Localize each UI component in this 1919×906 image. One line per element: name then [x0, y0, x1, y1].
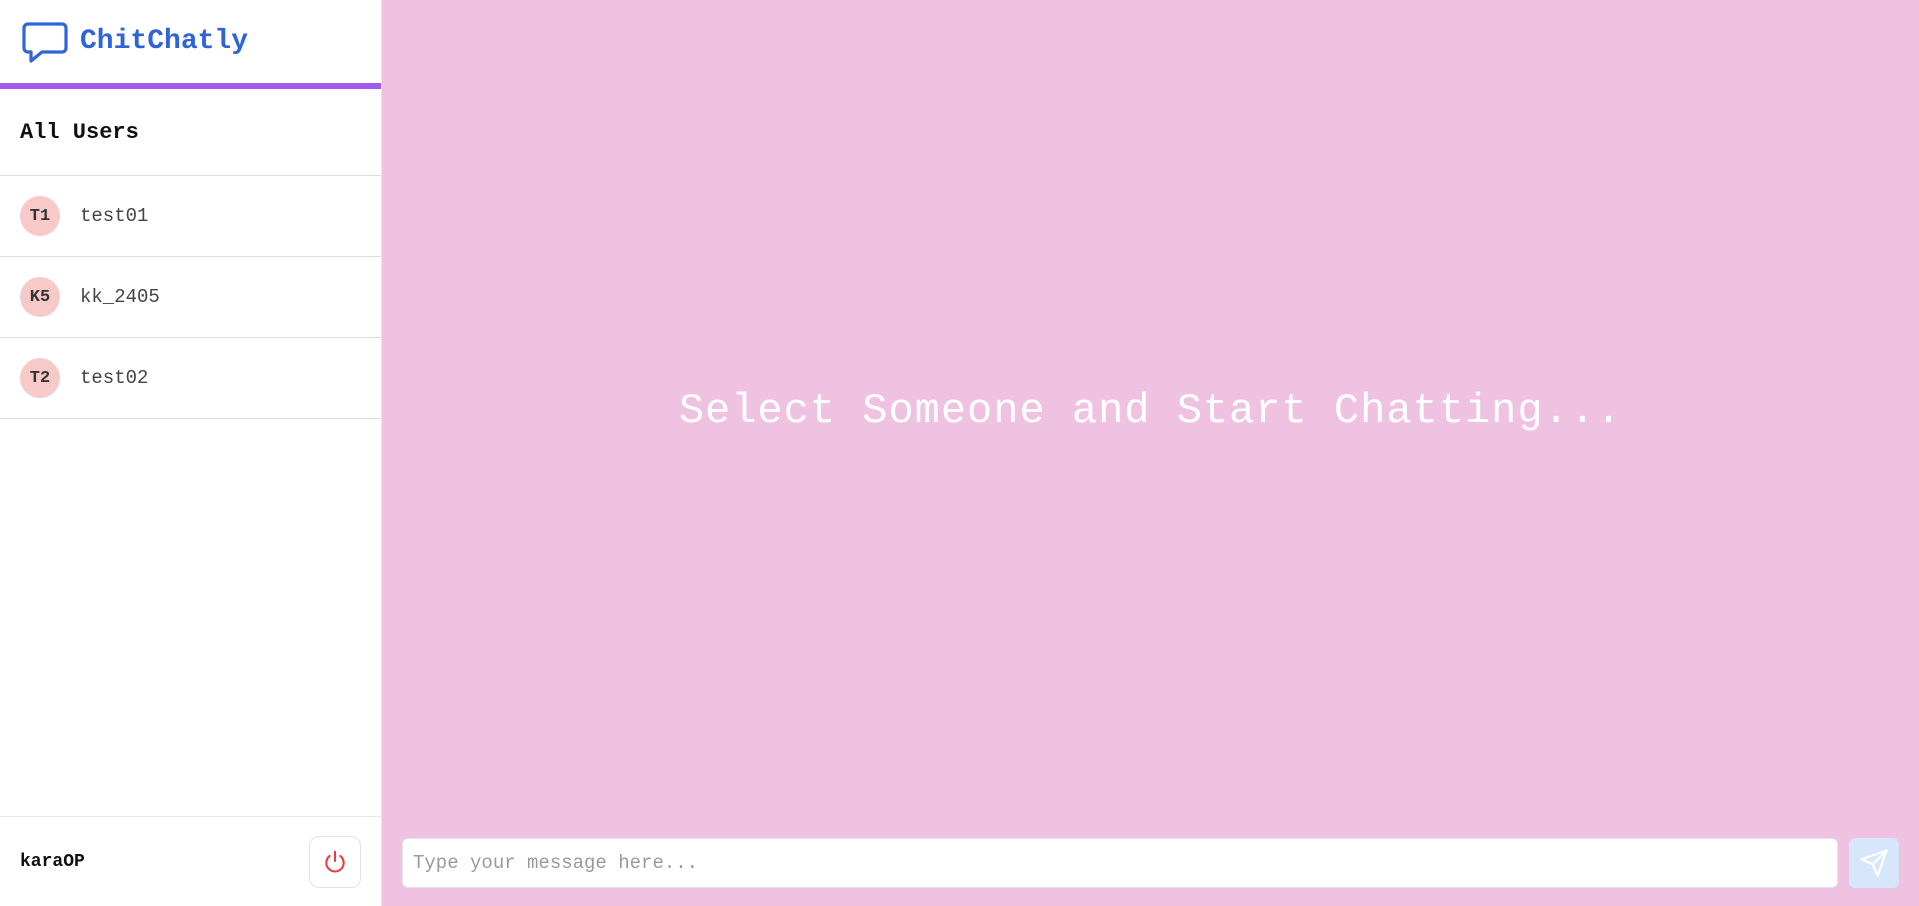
- current-user-bar: karaOP: [0, 816, 381, 906]
- brand-header: ChitChatly: [0, 0, 381, 89]
- avatar: T1: [20, 196, 60, 236]
- all-users-heading: All Users: [0, 89, 381, 176]
- send-icon: [1859, 848, 1889, 878]
- send-button[interactable]: [1849, 838, 1899, 888]
- chat-area: Select Someone and Start Chatting...: [382, 0, 1919, 906]
- power-icon: [322, 849, 348, 875]
- user-name: test01: [80, 205, 149, 227]
- user-list-item[interactable]: T1 test01: [0, 176, 381, 257]
- brand-name: ChitChatly: [80, 26, 249, 57]
- avatar: K5: [20, 277, 60, 317]
- empty-state: Select Someone and Start Chatting...: [382, 0, 1919, 906]
- user-name: test02: [80, 367, 149, 389]
- message-input[interactable]: [402, 838, 1838, 888]
- sidebar: ChitChatly All Users T1 test01 K5 kk_240…: [0, 0, 382, 906]
- message-composer: [402, 838, 1899, 888]
- user-list-item[interactable]: T2 test02: [0, 338, 381, 419]
- chat-bubble-icon: [22, 20, 68, 64]
- user-list-item[interactable]: K5 kk_2405: [0, 257, 381, 338]
- empty-state-message: Select Someone and Start Chatting...: [678, 387, 1623, 435]
- user-list: T1 test01 K5 kk_2405 T2 test02: [0, 176, 381, 419]
- app-window: ChitChatly All Users T1 test01 K5 kk_240…: [0, 0, 1919, 906]
- current-user-name: karaOP: [20, 851, 85, 872]
- user-name: kk_2405: [80, 286, 160, 308]
- avatar: T2: [20, 358, 60, 398]
- logout-button[interactable]: [309, 835, 361, 888]
